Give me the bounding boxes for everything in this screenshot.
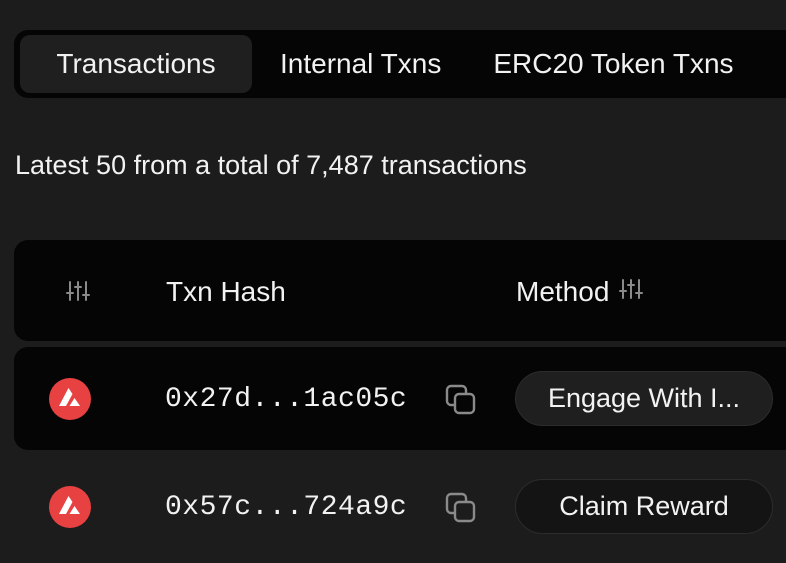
page: Transactions Internal Txns ERC20 Token T… (0, 0, 786, 563)
table-header: Txn Hash Method (14, 240, 786, 341)
column-header-method-label: Method (516, 276, 610, 307)
table-row: 0x27d...1ac05c Engage With I... (14, 347, 786, 450)
sliders-icon[interactable] (66, 279, 90, 308)
method-badge: Engage With I... (515, 371, 773, 426)
avalanche-icon (49, 378, 91, 420)
avalanche-icon (49, 486, 91, 528)
column-header-method: Method (516, 276, 644, 308)
txn-hash-link[interactable]: 0x57c...724a9c (165, 492, 407, 523)
column-header-txn-hash: Txn Hash (166, 276, 286, 307)
transactions-summary: Latest 50 from a total of 7,487 transact… (15, 150, 527, 180)
copy-icon[interactable] (444, 491, 478, 525)
tab-bar: Transactions Internal Txns ERC20 Token T… (14, 30, 786, 98)
table-row: 0x57c...724a9c Claim Reward (14, 455, 786, 558)
tab-transactions[interactable]: Transactions (20, 35, 252, 93)
sliders-icon[interactable] (619, 276, 644, 308)
copy-icon[interactable] (444, 383, 478, 417)
txn-hash-link[interactable]: 0x27d...1ac05c (165, 384, 407, 415)
tab-internal-txns[interactable]: Internal Txns (280, 35, 441, 93)
tab-erc20-token-txns[interactable]: ERC20 Token Txns (493, 35, 733, 93)
method-badge: Claim Reward (515, 479, 773, 534)
